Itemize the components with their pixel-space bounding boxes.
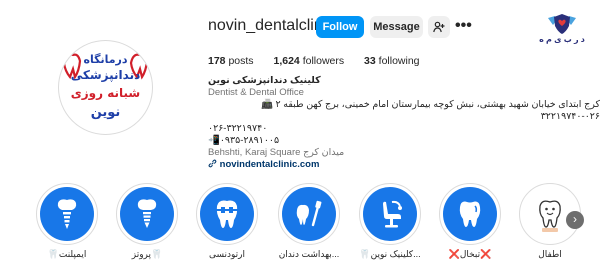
avatar-line4: نوین <box>91 105 121 120</box>
bio-link-row[interactable]: novindentalclinic.com <box>208 159 600 171</box>
highlight-item[interactable]: بهداشت دندان... <box>272 183 346 260</box>
dental-chair-icon <box>383 200 402 228</box>
following-stat[interactable]: 33 following <box>364 55 419 67</box>
highlight-item[interactable]: ارتودنسی <box>190 183 264 260</box>
highlight-label: اطفال <box>538 249 562 259</box>
bio-mobile: 📲۰۹۳۵-۲۸۹۱۰۰۵ <box>208 135 280 146</box>
toothbrush-icon <box>296 200 322 227</box>
highlight-item[interactable]: 🦷کلینیک نوین... <box>353 183 427 260</box>
bio-location[interactable]: Behshti, Karaj Square میدان کرج <box>208 147 600 159</box>
braces-tooth-icon <box>216 200 238 228</box>
highlight-item[interactable]: ❌تبخال❌ <box>433 183 507 260</box>
kid-tooth-icon <box>539 200 561 232</box>
prosthesis-icon <box>137 199 157 228</box>
tooth-icon <box>459 201 481 227</box>
bio-phone: ۰۲۶-۳۲۲۱۹۷۴۰ <box>208 123 268 134</box>
profile-bio: کلینیک دندانپزشکی نوین Dentist & Dental … <box>208 75 600 171</box>
brand-logo: د ر ب ی م ه <box>532 12 592 48</box>
suggest-accounts-button[interactable] <box>428 16 450 38</box>
implant-icon <box>57 199 77 229</box>
ellipsis-icon[interactable]: ••• <box>455 17 475 37</box>
avatar-line1: درمانگاه <box>83 53 127 66</box>
avatar-line3: شبانه روزی <box>71 86 140 101</box>
follow-button[interactable]: Follow <box>316 16 364 38</box>
highlight-label: پروتز🦷 <box>131 249 163 259</box>
bio-address: کرج ابتدای خیابان شهید بهشتی، نبش کوچه ب… <box>261 99 600 122</box>
highlight-label: ❌تبخال❌ <box>448 249 492 259</box>
avatar-line2: دندانپزشکی <box>71 68 141 82</box>
link-icon <box>208 159 217 168</box>
message-button[interactable]: Message <box>370 16 423 38</box>
followers-stat[interactable]: 1,624 followers <box>273 55 344 67</box>
bio-name: کلینیک دندانپزشکی نوین <box>208 75 321 86</box>
bio-website-link[interactable]: novindentalclinic.com <box>220 159 320 170</box>
highlight-label: 🦷ایمپلنت <box>47 249 87 259</box>
posts-stat: 178 posts <box>208 55 254 67</box>
highlight-label: ارتودنسی <box>208 249 246 259</box>
person-plus-icon <box>433 21 445 33</box>
profile-stats: 178 posts 1,624 followers 33 following <box>208 55 437 67</box>
shield-heart-logo-icon <box>548 14 576 34</box>
highlight-label: 🦷کلینیک نوین... <box>359 249 421 259</box>
highlight-item[interactable]: پروتز🦷 <box>110 183 184 260</box>
brand-text: د ر ب ی م ه <box>539 35 585 44</box>
highlight-label: بهداشت دندان... <box>278 249 340 259</box>
bio-category: Dentist & Dental Office <box>208 87 304 98</box>
chevron-right-icon[interactable]: › <box>566 211 584 229</box>
profile-avatar[interactable]: درمانگاه دندانپزشکی شبانه روزی نوین <box>58 40 153 135</box>
highlight-item[interactable]: 🦷ایمپلنت <box>30 183 104 260</box>
